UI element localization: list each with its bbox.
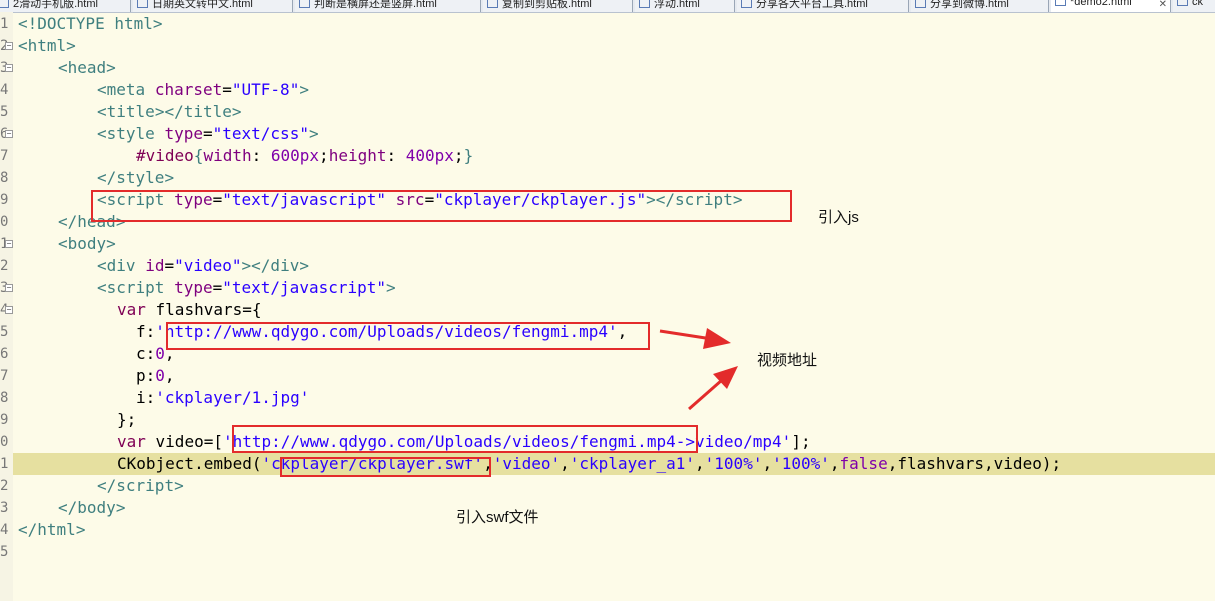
annotation-import-js: 引入js [818,209,859,226]
arrow-to-video-address-lower [688,366,738,411]
annotation-video-address: 视频地址 [757,352,818,369]
annotation-arrows [659,328,738,411]
annotation-import-swf: 引入swf文件 [456,509,539,526]
arrow-to-video-address-upper [659,328,731,349]
